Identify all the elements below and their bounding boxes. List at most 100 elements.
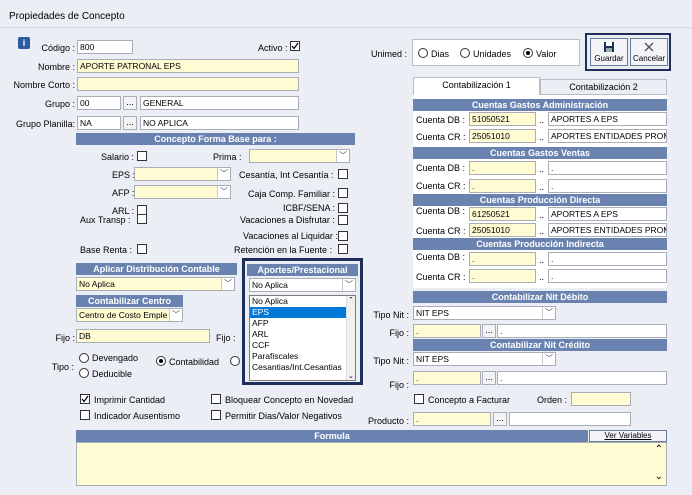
scroll-up-icon[interactable]: ⌃	[348, 296, 354, 304]
fijo-field[interactable]: DB	[76, 329, 210, 343]
dots-label[interactable]: ..	[539, 272, 544, 282]
aportes-option[interactable]: Cesantias/Int.Cesantias	[250, 362, 355, 373]
codigo-field[interactable]: 800	[77, 40, 133, 54]
dots-label[interactable]: ..	[539, 164, 544, 174]
formula-header: Formula	[76, 430, 588, 442]
cesantia-checkbox[interactable]	[338, 169, 348, 179]
gastos-admin-cr-code[interactable]: 25051010	[469, 129, 536, 143]
grupo-lookup-button[interactable]: ...	[123, 96, 137, 110]
nit-debito-fijo-field[interactable]: .	[413, 324, 481, 338]
scroll-down-icon[interactable]: ⌄	[348, 372, 354, 380]
produccion-indirecta-cr-name[interactable]: .	[548, 269, 667, 283]
gastos-ventas-db-name[interactable]: .	[548, 161, 667, 175]
nombre-field[interactable]: APORTE PATRONAL EPS	[77, 59, 299, 73]
centro-select[interactable]: Centro de Costo Emple ﹀	[76, 308, 183, 322]
ausentismo-checkbox[interactable]	[80, 410, 90, 420]
caja-checkbox[interactable]	[338, 188, 348, 198]
permitir-checkbox[interactable]	[211, 410, 221, 420]
produccion-directa-cr-code[interactable]: 25051010	[469, 223, 536, 237]
caja-label: Caja Comp. Familiar :	[248, 189, 336, 199]
toolbar-frame: Guardar Cancelar	[585, 33, 671, 71]
nit-credito-lookup-button[interactable]: ...	[482, 371, 496, 385]
base-renta-checkbox[interactable]	[137, 244, 147, 254]
producto-field[interactable]: .	[413, 412, 491, 426]
aportes-select[interactable]: No Aplica ﹀	[249, 278, 356, 292]
unimed-valor-radio[interactable]	[523, 48, 533, 58]
produccion-indirecta-db-name[interactable]: .	[548, 252, 667, 266]
gastos-ventas-cr-code[interactable]: .	[469, 179, 536, 193]
afp-select[interactable]: ﹀	[134, 185, 231, 199]
gastos-admin-db-name[interactable]: APORTES A EPS	[548, 112, 667, 126]
dots-label[interactable]: ..	[539, 255, 544, 265]
retencion-checkbox[interactable]	[338, 244, 348, 254]
vac-disfrutar-checkbox[interactable]	[338, 215, 348, 225]
concepto-facturar-checkbox[interactable]	[414, 394, 424, 404]
aportes-option[interactable]: AFP	[250, 318, 355, 329]
producto-name-field[interactable]	[509, 412, 631, 426]
producto-lookup-button[interactable]: ...	[493, 412, 507, 426]
dots-label[interactable]: ..	[539, 182, 544, 192]
unimed-unidades-radio[interactable]	[460, 48, 470, 58]
aportes-option[interactable]: Parafiscales	[250, 351, 355, 362]
dots-label[interactable]: ..	[539, 226, 544, 236]
contabilidad-radio[interactable]	[156, 356, 166, 366]
aportes-option[interactable]: No Aplica	[250, 296, 355, 307]
nit-credito-fijo-field[interactable]: .	[413, 371, 481, 385]
grupo-planilla-lookup-button[interactable]: ...	[123, 116, 137, 130]
grupo-planilla-code-field[interactable]: NA	[77, 116, 121, 130]
aportes-option[interactable]: CCF	[250, 340, 355, 351]
unimed-dias-radio[interactable]	[418, 48, 428, 58]
activo-checkbox[interactable]	[290, 41, 300, 51]
devengado-radio[interactable]	[79, 353, 89, 363]
salario-checkbox[interactable]	[137, 151, 147, 161]
gastos-admin-cr-name[interactable]: APORTES ENTIDADES PROM	[548, 129, 667, 143]
nit-debito-fijo-name[interactable]: .	[497, 324, 667, 338]
chevron-down-icon: ﹀	[169, 309, 182, 321]
nombre-corto-field[interactable]	[77, 77, 299, 91]
dropdown-scrollbar[interactable]: ⌃ ⌄	[346, 296, 355, 380]
imprimir-checkbox[interactable]	[80, 394, 90, 404]
dots-label[interactable]: ..	[539, 115, 544, 125]
grupo-planilla-name-field[interactable]: NO APLICA	[140, 116, 299, 130]
icbf-checkbox[interactable]	[338, 203, 348, 213]
eps-select[interactable]: ﹀	[134, 167, 231, 181]
dots-label[interactable]: ..	[539, 132, 544, 142]
retencion-label: Retención en la Fuente :	[234, 245, 333, 255]
save-button[interactable]: Guardar	[590, 38, 628, 66]
cancel-button[interactable]: Cancelar	[630, 38, 668, 66]
nit-credito-fijo-name[interactable]: .	[497, 371, 667, 385]
third-tipo-radio[interactable]	[230, 356, 240, 366]
scroll-down-icon[interactable]: ⌄	[655, 471, 663, 482]
aux-transp-checkbox[interactable]	[137, 214, 147, 224]
gastos-ventas-cr-name[interactable]: .	[548, 179, 667, 193]
ver-variables-button[interactable]: Ver Variables	[589, 430, 667, 442]
nit-debito-tipo-select[interactable]: NIT EPS ﹀	[413, 306, 556, 320]
nit-credito-tipo-select[interactable]: NIT EPS ﹀	[413, 352, 556, 366]
tab-contabilizacion-2[interactable]: Contabilización 2	[540, 79, 667, 95]
dots-label[interactable]: ..	[539, 210, 544, 220]
orden-field[interactable]	[571, 392, 631, 406]
scroll-up-icon[interactable]: ⌃	[655, 444, 663, 455]
unimed-label: Unimed :	[371, 49, 408, 59]
gastos-ventas-db-code[interactable]: .	[469, 161, 536, 175]
aportes-dropdown-list: No Aplica EPS AFP ARL CCF Parafiscales C…	[249, 295, 356, 381]
nit-debito-lookup-button[interactable]: ...	[482, 324, 496, 338]
formula-textarea[interactable]: ⌃ ⌄	[76, 442, 667, 486]
grupo-code-field[interactable]: 00	[77, 96, 121, 110]
bloquear-checkbox[interactable]	[211, 394, 221, 404]
produccion-directa-cr-name[interactable]: APORTES ENTIDADES PROM	[548, 223, 667, 237]
produccion-indirecta-cr-code[interactable]: .	[469, 269, 536, 283]
aportes-option[interactable]: EPS	[250, 307, 355, 318]
produccion-directa-db-name[interactable]: APORTES A EPS	[548, 207, 667, 221]
tab-contabilizacion-1[interactable]: Contabilización 1	[413, 77, 540, 95]
aportes-option[interactable]: ARL	[250, 329, 355, 340]
deducible-radio[interactable]	[79, 368, 89, 378]
produccion-directa-db-code[interactable]: 61250521	[469, 207, 536, 221]
vac-liquidar-checkbox[interactable]	[338, 231, 348, 241]
distribucion-select[interactable]: No Aplica ﹀	[76, 277, 235, 291]
grupo-name-field[interactable]: GENERAL	[140, 96, 299, 110]
prima-select[interactable]: ﹀	[249, 149, 350, 163]
vac-disfrutar-label: Vacaciones a Disfrutar :	[240, 215, 335, 225]
gastos-admin-db-code[interactable]: 51050521	[469, 112, 536, 126]
produccion-indirecta-db-code[interactable]: .	[469, 252, 536, 266]
